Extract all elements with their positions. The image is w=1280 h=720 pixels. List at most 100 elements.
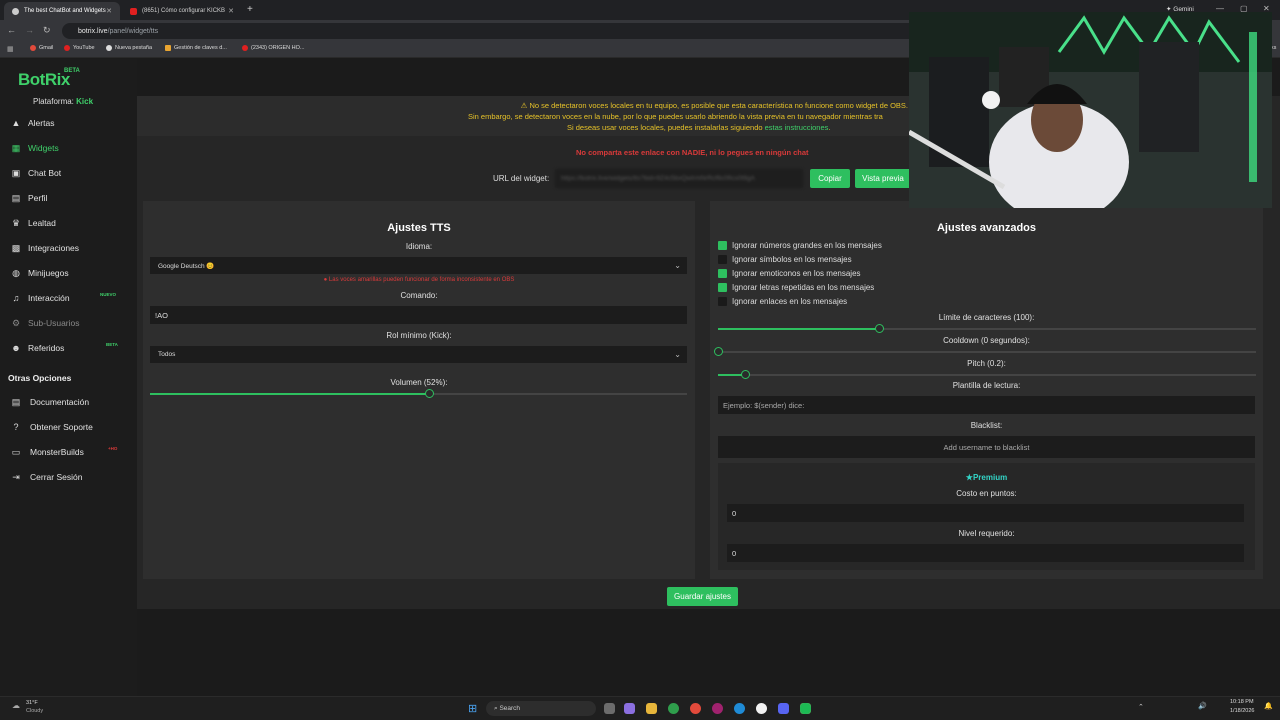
start-icon[interactable]: ⊞ xyxy=(468,702,477,715)
chrome-icon[interactable] xyxy=(668,703,679,714)
cost-input[interactable]: 0 xyxy=(727,504,1244,522)
copy-button[interactable]: Copiar xyxy=(810,169,850,188)
bookmark-origen[interactable]: (2343) ORIGEN HO... xyxy=(242,45,305,51)
notifications-icon[interactable]: 🔔 xyxy=(1264,702,1273,710)
tray-expand-icon[interactable]: ⌃ xyxy=(1138,703,1144,711)
plug-icon: ▩ xyxy=(11,242,21,253)
sidebar-item-documentacion[interactable]: ▤ Documentación xyxy=(11,397,89,408)
close-icon[interactable]: ✕ xyxy=(228,7,234,15)
clock-time[interactable]: 10:18 PM xyxy=(1230,699,1254,705)
sidebar-item-label: Alertas xyxy=(28,118,55,128)
capcut-icon[interactable] xyxy=(756,703,767,714)
checkbox-label: Ignorar letras repetidas en los mensajes xyxy=(732,283,875,292)
edge-icon[interactable] xyxy=(734,703,745,714)
char-limit-label: Límite de caracteres (100): xyxy=(938,313,1035,322)
reload-icon[interactable]: ↻ xyxy=(43,25,51,36)
taskbar-search[interactable]: ⌕ Search xyxy=(486,701,596,716)
url-host: botrix.live xyxy=(78,27,108,35)
obs-icon[interactable] xyxy=(690,703,701,714)
blacklist-input[interactable]: Add username to blacklist xyxy=(718,436,1255,458)
grid-icon: ▦ xyxy=(11,142,21,153)
clock-date[interactable]: 1/18/2026 xyxy=(1230,708,1254,714)
template-input[interactable]: Ejemplo: $(sender) dice: xyxy=(718,396,1255,414)
widget-url-field[interactable]: https://botrix.live/widgets/tts?bid=9Z4c… xyxy=(555,169,803,188)
botrix-logo[interactable]: BotRix xyxy=(18,70,70,90)
sidebar-item-perfil[interactable]: ▤ Perfil xyxy=(11,193,48,204)
blacklist-label: Blacklist: xyxy=(970,421,1003,430)
copilot-icon[interactable] xyxy=(624,703,635,714)
sidebar-item-alertas[interactable]: ▲ Alertas xyxy=(11,118,55,128)
checkbox-box[interactable] xyxy=(718,241,727,250)
pitch-slider[interactable] xyxy=(718,370,1256,379)
sidebar-item-sub-usuarios[interactable]: ⚙ Sub-Usuarios xyxy=(11,318,80,329)
role-select[interactable]: Todos ⌄ xyxy=(150,346,687,363)
level-input[interactable]: 0 xyxy=(727,544,1244,562)
sidebar-item-lealtad[interactable]: ♛ Lealtad xyxy=(11,218,56,229)
sidebar-item-monsterbuilds[interactable]: ▭ MonsterBuilds xyxy=(11,447,84,458)
spotify-icon[interactable] xyxy=(800,703,811,714)
share-warning: No comparta este enlace con NADIE, ni lo… xyxy=(576,148,809,157)
cooldown-slider[interactable] xyxy=(714,347,1256,356)
cooldown-slider-handle[interactable] xyxy=(714,347,723,356)
sidebar-item-chat-bot[interactable]: ▣ Chat Bot xyxy=(11,168,62,179)
bookmark-label: (2343) ORIGEN HO... xyxy=(251,45,305,51)
ignore-links-checkbox[interactable]: Ignorar enlaces en los mensajes xyxy=(718,297,847,306)
command-input[interactable]: !AO xyxy=(150,306,687,324)
language-select[interactable]: Google Deutsch 😊 ⌄ xyxy=(150,257,687,274)
platform-indicator[interactable]: Plataforma: Kick xyxy=(33,97,93,106)
weather-icon[interactable]: ☁ xyxy=(12,701,20,710)
ignore-numbers-checkbox[interactable]: Ignorar números grandes en los mensajes xyxy=(718,241,882,250)
close-icon[interactable]: ✕ xyxy=(106,7,112,15)
checkbox-box[interactable] xyxy=(718,283,727,292)
volume-slider[interactable] xyxy=(150,389,687,398)
save-settings-button[interactable]: Guardar ajustes xyxy=(667,587,738,606)
install-instructions-link[interactable]: estas instrucciones xyxy=(765,123,829,132)
sidebar-item-widgets[interactable]: ▦ Widgets xyxy=(11,142,59,154)
ignore-emoticons-checkbox[interactable]: Ignorar emoticonos en los mensajes xyxy=(718,269,861,278)
tab-botrix[interactable]: The best ChatBot and Widgets ✕ xyxy=(4,2,120,20)
tts-title: Ajustes TTS xyxy=(387,222,451,234)
bookmark-gmail[interactable]: Gmail xyxy=(30,45,53,51)
url-input[interactable]: botrix.live/panel/widget/tts xyxy=(62,23,922,39)
apps-icon[interactable]: ▦ xyxy=(7,45,14,53)
ignore-repeated-letters-checkbox[interactable]: Ignorar letras repetidas en los mensajes xyxy=(718,283,874,292)
new-badge: NUEVO xyxy=(100,292,117,297)
app-icon[interactable] xyxy=(712,703,723,714)
command-label: Comando: xyxy=(400,291,438,300)
sidebar-item-interaccion[interactable]: ♫ Interacción xyxy=(11,293,70,303)
char-limit-slider[interactable] xyxy=(718,324,1256,333)
tab-youtube[interactable]: (8651) Cómo configurar KICKB ✕ xyxy=(122,2,242,20)
discord-icon[interactable] xyxy=(778,703,789,714)
bookmark-label: Gestión de claves d... xyxy=(174,45,227,51)
sidebar-item-label: Chat Bot xyxy=(28,168,62,178)
pitch-slider-handle[interactable] xyxy=(740,370,750,379)
bookmark-youtube[interactable]: YouTube xyxy=(64,45,95,51)
notice-line-1: ⚠ No se detectaron voces locales en tu e… xyxy=(521,101,908,110)
back-icon[interactable]: ← xyxy=(7,25,16,35)
bookmark-new-tab[interactable]: Nueva pestaña xyxy=(106,45,152,51)
sidebar-item-minijuegos[interactable]: ◍ Minijuegos xyxy=(11,267,69,279)
task-view-icon[interactable] xyxy=(604,703,615,714)
file-explorer-icon[interactable] xyxy=(646,703,657,714)
sidebar-item-integraciones[interactable]: ▩ Integraciones xyxy=(11,242,79,254)
checkbox-box[interactable] xyxy=(718,255,727,264)
sidebar-item-soporte[interactable]: ? Obtener Soporte xyxy=(11,422,92,432)
bookmark-keys[interactable]: Gestión de claves d... xyxy=(165,45,227,51)
checkbox-label: Ignorar enlaces en los mensajes xyxy=(732,297,848,306)
sidebar-item-cerrar-sesion[interactable]: ⇥ Cerrar Sesión xyxy=(11,472,82,483)
preview-button[interactable]: Vista previa xyxy=(855,169,911,188)
volume-icon[interactable]: 🔊 xyxy=(1198,702,1207,710)
premium-heading: ★Premium xyxy=(718,473,1255,482)
tab-title: The best ChatBot and Widgets xyxy=(24,8,106,14)
sidebar-item-referidos[interactable]: ☻ Referidos xyxy=(11,343,64,353)
gamepad-icon: ◍ xyxy=(12,267,20,278)
new-tab-button[interactable]: + xyxy=(247,4,253,15)
char-limit-slider-fill xyxy=(718,328,880,330)
search-icon: ⌕ xyxy=(494,704,498,712)
checkbox-box[interactable] xyxy=(718,297,727,306)
volume-label: Volumen (52%): xyxy=(390,378,448,387)
ignore-symbols-checkbox[interactable]: Ignorar símbolos en los mensajes xyxy=(718,255,852,264)
checkbox-box[interactable] xyxy=(718,269,727,278)
forward-icon[interactable]: → xyxy=(25,25,34,35)
section-heading: Otras Opciones xyxy=(8,373,72,383)
